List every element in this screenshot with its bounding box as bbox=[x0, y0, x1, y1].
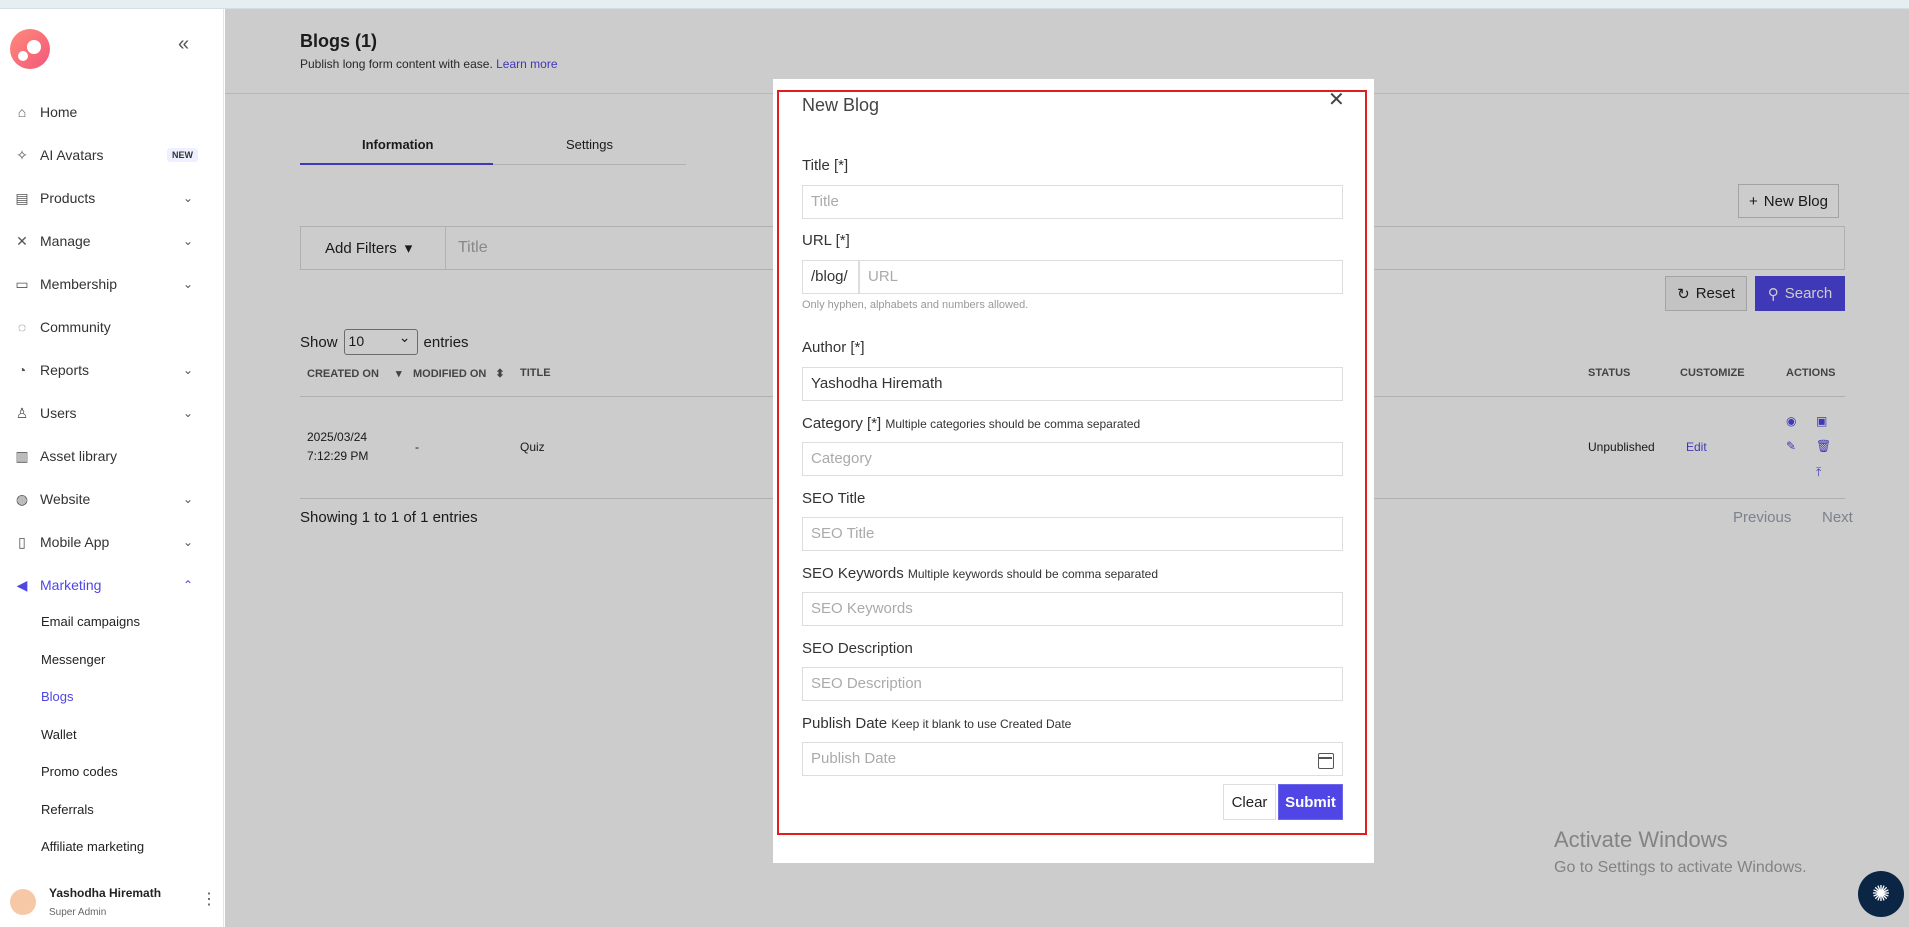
url-prefix: /blog/ bbox=[802, 260, 859, 294]
avatar bbox=[10, 889, 36, 915]
sparkle-icon: ✧ bbox=[16, 147, 28, 163]
url-help-text: Only hyphen, alphabets and numbers allow… bbox=[802, 299, 1029, 311]
sidebar-item-label: Membership bbox=[40, 276, 118, 292]
sidebar-item-home[interactable]: ⌂ Home bbox=[0, 97, 223, 127]
sidebar: « ⌂ Home ✧ AI Avatars NEW ▤ Products ⌄ ✕… bbox=[0, 9, 224, 927]
publish-date-input[interactable]: Publish Date bbox=[802, 742, 1343, 776]
sidebar-item-label: Manage bbox=[40, 233, 91, 249]
sidebar-item-label: Home bbox=[40, 104, 78, 120]
submit-button[interactable]: Submit bbox=[1278, 784, 1343, 820]
app-logo[interactable] bbox=[10, 29, 50, 69]
sidebar-subitem-affiliate-marketing[interactable]: Affiliate marketing bbox=[41, 839, 144, 854]
sidebar-item-ai-avatars[interactable]: ✧ AI Avatars NEW bbox=[0, 140, 223, 170]
user-profile[interactable]: Yashodha Hiremath Super Admin ⋮ bbox=[0, 871, 223, 921]
tools-icon: ✕ bbox=[16, 233, 28, 249]
chevron-down-icon: ⌄ bbox=[183, 191, 194, 205]
seo-keywords-hint: Multiple keywords should be comma separa… bbox=[907, 567, 1159, 581]
sidebar-item-label: Asset library bbox=[40, 448, 118, 464]
title-label: Title [*] bbox=[802, 157, 849, 174]
sidebar-item-label: Mobile App bbox=[40, 534, 110, 550]
sidebar-item-label: Reports bbox=[40, 362, 90, 378]
book-icon: ▥ bbox=[15, 448, 29, 464]
seo-keywords-label: SEO Keywords Multiple keywords should be… bbox=[802, 565, 1159, 582]
publish-date-hint: Keep it blank to use Created Date bbox=[891, 717, 1072, 731]
phone-icon: ▯ bbox=[18, 534, 26, 550]
modal-title: New Blog bbox=[802, 95, 880, 115]
sidebar-subitem-blogs[interactable]: Blogs bbox=[41, 689, 74, 704]
seo-description-label: SEO Description bbox=[802, 640, 913, 657]
chevron-down-icon: ⌄ bbox=[183, 277, 194, 291]
sidebar-item-marketing[interactable]: ◀ Marketing ⌃ bbox=[0, 570, 223, 600]
seo-keywords-input[interactable]: SEO Keywords bbox=[802, 592, 1343, 626]
windows-activation-watermark: Activate Windows Go to Settings to activ… bbox=[1554, 827, 1807, 877]
title-input[interactable]: Title bbox=[802, 185, 1343, 219]
chat-icon: ◌ bbox=[17, 319, 27, 335]
publish-date-label: Publish Date Keep it blank to use Create… bbox=[802, 715, 1072, 732]
sidebar-item-label: AI Avatars bbox=[40, 147, 104, 163]
sidebar-item-label: Marketing bbox=[40, 577, 102, 593]
double-chevron-left-icon[interactable]: « bbox=[178, 33, 189, 56]
home-icon: ⌂ bbox=[17, 104, 27, 120]
archive-icon: ▤ bbox=[15, 190, 29, 206]
seo-title-input[interactable]: SEO Title bbox=[802, 517, 1343, 551]
category-label: Category [*] Multiple categories should … bbox=[802, 415, 1141, 432]
new-blog-modal: New Blog ✕ Title [*] Title URL [*] /blog… bbox=[773, 79, 1374, 863]
sidebar-subitem-referrals[interactable]: Referrals bbox=[41, 802, 94, 817]
sidebar-item-label: Users bbox=[40, 405, 77, 421]
chevron-down-icon: ⌄ bbox=[183, 406, 194, 420]
top-bar bbox=[0, 0, 1909, 9]
sidebar-subitem-messenger[interactable]: Messenger bbox=[41, 652, 105, 667]
help-widget-button[interactable]: ✺ bbox=[1858, 871, 1904, 917]
seo-description-input[interactable]: SEO Description bbox=[802, 667, 1343, 701]
user-name: Yashodha Hiremath bbox=[49, 886, 162, 900]
chevron-down-icon: ⌄ bbox=[183, 492, 194, 506]
chevron-down-icon: ⌄ bbox=[183, 363, 194, 377]
sidebar-item-membership[interactable]: ▭ Membership ⌄ bbox=[0, 269, 223, 299]
globe-icon: ◍ bbox=[15, 491, 29, 507]
sidebar-item-label: Community bbox=[40, 319, 111, 335]
sidebar-item-website[interactable]: ◍ Website ⌄ bbox=[0, 484, 223, 514]
user-role: Super Admin bbox=[49, 907, 107, 918]
url-label: URL [*] bbox=[802, 232, 850, 249]
sidebar-item-users[interactable]: ♙ Users ⌄ bbox=[0, 398, 223, 428]
sidebar-item-label: Website bbox=[40, 491, 91, 507]
sidebar-subitem-email-campaigns[interactable]: Email campaigns bbox=[41, 614, 140, 629]
chevron-up-icon: ⌃ bbox=[183, 578, 194, 592]
watermark-line-1: Activate Windows bbox=[1554, 827, 1728, 852]
sidebar-item-community[interactable]: ◌ Community bbox=[0, 312, 223, 342]
close-icon[interactable]: ✕ bbox=[1328, 87, 1345, 112]
openai-icon: ✺ bbox=[1871, 881, 1891, 906]
sidebar-item-mobile-app[interactable]: ▯ Mobile App ⌄ bbox=[0, 527, 223, 557]
calendar-icon[interactable] bbox=[1318, 753, 1334, 769]
clear-button[interactable]: Clear bbox=[1223, 784, 1276, 820]
sidebar-subitem-wallet[interactable]: Wallet bbox=[41, 727, 77, 742]
sidebar-subitem-promo-codes[interactable]: Promo codes bbox=[41, 764, 118, 779]
sidebar-item-asset-library[interactable]: ▥ Asset library bbox=[0, 441, 223, 471]
seo-title-label: SEO Title bbox=[802, 490, 866, 507]
chevron-down-icon: ⌄ bbox=[183, 535, 194, 549]
category-hint: Multiple categories should be comma sepa… bbox=[885, 417, 1141, 431]
url-input[interactable]: URL bbox=[859, 260, 1343, 294]
sidebar-item-manage[interactable]: ✕ Manage ⌄ bbox=[0, 226, 223, 256]
megaphone-icon: ◀ bbox=[16, 577, 28, 593]
pie-chart-icon: ◔ bbox=[17, 362, 27, 378]
kebab-menu-icon[interactable]: ⋮ bbox=[201, 889, 217, 909]
author-input[interactable]: Yashodha Hiremath bbox=[802, 367, 1343, 401]
sidebar-item-reports[interactable]: ◔ Reports ⌄ bbox=[0, 355, 223, 385]
sidebar-item-label: Products bbox=[40, 190, 96, 206]
new-badge: NEW bbox=[167, 148, 198, 162]
user-icon: ♙ bbox=[15, 405, 29, 421]
chevron-down-icon: ⌄ bbox=[183, 234, 194, 248]
watermark-line-2: Go to Settings to activate Windows. bbox=[1554, 859, 1807, 876]
sidebar-item-products[interactable]: ▤ Products ⌄ bbox=[0, 183, 223, 213]
ticket-icon: ▭ bbox=[15, 276, 29, 292]
author-label: Author [*] bbox=[802, 339, 865, 356]
category-input[interactable]: Category bbox=[802, 442, 1343, 476]
